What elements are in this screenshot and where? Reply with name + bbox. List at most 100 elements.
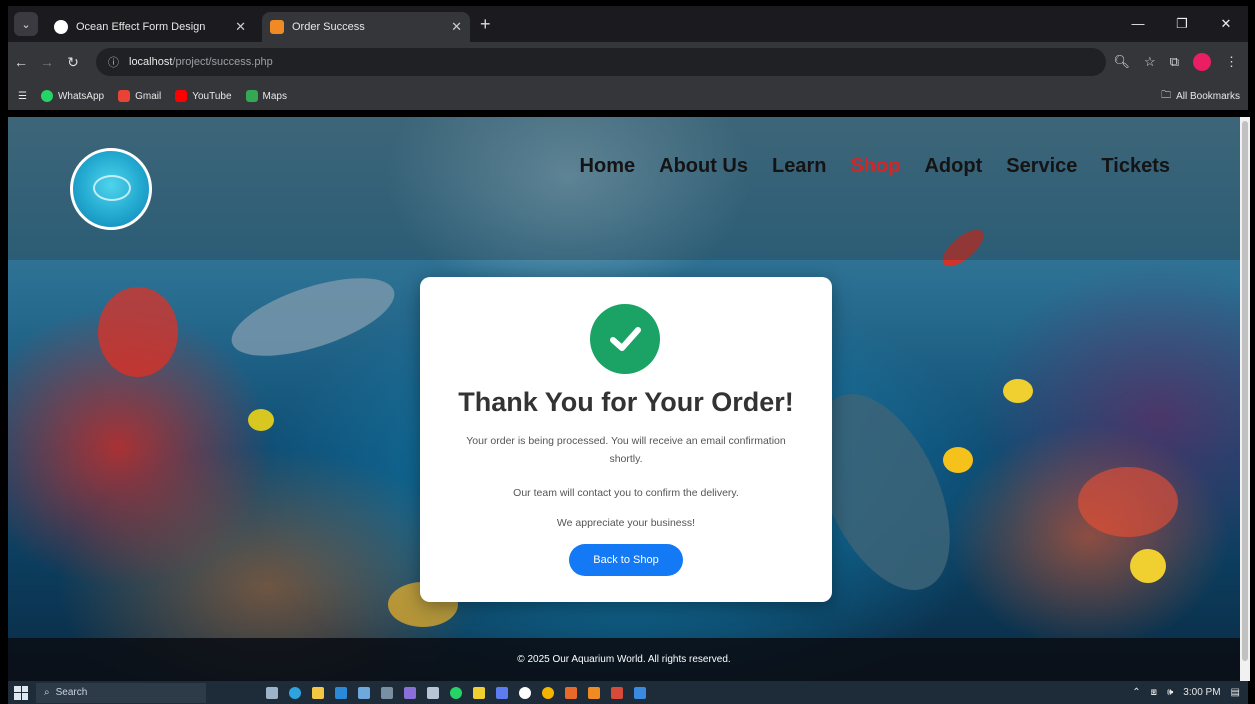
thanks-message: We appreciate your business! [556, 517, 696, 529]
minimize-icon[interactable]: — [1116, 6, 1160, 42]
restore-icon[interactable]: ❐ [1160, 6, 1204, 42]
tab-search-icon[interactable]: ⌄ [14, 12, 38, 36]
logo-emblem-icon [93, 175, 131, 201]
app-icon[interactable] [611, 686, 623, 699]
bookmark-maps[interactable]: Maps [245, 90, 287, 102]
forward-icon[interactable]: → [34, 54, 60, 70]
close-tab-icon[interactable]: ✕ [235, 19, 246, 35]
app-icon[interactable] [473, 686, 485, 699]
copyright-text: © 2025 Our Aquarium World. All rights re… [517, 654, 731, 665]
app-icon[interactable] [427, 686, 439, 699]
screen: ⌄ Ocean Effect Form Design ✕ Order Succe… [0, 0, 1255, 704]
dolphin-shape [222, 262, 404, 372]
task-view-icon[interactable] [266, 686, 278, 699]
volume-icon[interactable]: 🕪︎ [1167, 687, 1173, 698]
vscode-icon[interactable] [335, 686, 347, 699]
coral-shape [1078, 467, 1178, 537]
nav-service[interactable]: Service [1006, 155, 1077, 178]
browser-tab-strip: ⌄ Ocean Effect Form Design ✕ Order Succe… [8, 6, 1248, 42]
nav-about-us[interactable]: About Us [659, 155, 748, 178]
notification-icon[interactable]: ▤ [1231, 687, 1240, 698]
taskbar-apps [266, 686, 646, 699]
close-window-icon[interactable]: ✕ [1204, 6, 1248, 42]
whatsapp-icon [40, 90, 53, 102]
nav-home[interactable]: Home [580, 155, 636, 178]
coral-shape [98, 287, 178, 377]
app-icon[interactable] [634, 686, 646, 699]
nav-shop[interactable]: Shop [850, 155, 900, 178]
bookmark-whatsapp[interactable]: WhatsApp [40, 90, 104, 102]
toolbar-icons: 🔍︎ ☆ ⧉ ⋮ [1114, 53, 1238, 71]
extensions-icon[interactable]: ⧉ [1170, 54, 1179, 70]
zoom-icon[interactable]: 🔍︎ [1114, 54, 1131, 70]
main-nav: Home About Us Learn Shop Adopt Service T… [580, 155, 1170, 178]
windows-start-icon[interactable] [14, 685, 28, 700]
scrollbar-thumb[interactable] [1242, 121, 1248, 661]
fish-shape [1130, 549, 1166, 583]
fish-shape [1003, 379, 1033, 403]
bookmark-youtube[interactable]: YouTube [175, 90, 232, 102]
site-header: Home About Us Learn Shop Adopt Service T… [8, 117, 1240, 260]
network-icon[interactable]: ⧆ [1151, 687, 1157, 698]
bookmarks-bar: ☰ WhatsApp Gmail YouTube Maps 🗀 All Bookm… [8, 82, 1248, 110]
site-favicon-icon [54, 20, 68, 34]
new-tab-button[interactable]: + [480, 14, 491, 35]
nav-adopt[interactable]: Adopt [924, 155, 982, 178]
system-tray: ⌃ ⧆ 🕪︎ 3:00 PM ▤ [1132, 687, 1240, 698]
taskbar-search-placeholder: Search [55, 687, 88, 698]
processing-message: Your order is being processed. You will … [466, 435, 786, 465]
page-viewport: Home About Us Learn Shop Adopt Service T… [8, 117, 1240, 681]
page-title: Thank You for Your Order! [458, 387, 794, 417]
all-bookmarks[interactable]: 🗀 All Bookmarks [1161, 88, 1240, 105]
fish-shape [943, 447, 973, 473]
url-host: localhost [129, 56, 173, 68]
apps-icon[interactable]: ☰ [18, 91, 27, 102]
file-explorer-icon[interactable] [312, 686, 324, 699]
site-footer: © 2025 Our Aquarium World. All rights re… [8, 638, 1240, 681]
back-icon[interactable]: ← [8, 54, 34, 70]
maps-icon [245, 90, 258, 102]
menu-kebab-icon[interactable]: ⋮ [1225, 54, 1238, 70]
tab-order-success[interactable]: Order Success ✕ [262, 12, 470, 42]
app-icon[interactable] [496, 686, 508, 699]
nav-tickets[interactable]: Tickets [1101, 155, 1170, 178]
back-to-shop-button[interactable]: Back to Shop [569, 544, 683, 576]
app-icon[interactable] [519, 686, 531, 699]
contact-message: Our team will contact you to confirm the… [513, 487, 739, 499]
app-icon[interactable] [381, 686, 393, 699]
app-icon[interactable] [588, 686, 600, 699]
bookmark-star-icon[interactable]: ☆ [1144, 54, 1156, 70]
order-success-card: Thank You for Your Order! Your order is … [420, 277, 832, 602]
url-path: /project/success.php [172, 56, 273, 68]
address-bar[interactable]: ⓘ localhost /project/success.php [96, 48, 1106, 76]
tray-chevron-icon[interactable]: ⌃ [1132, 687, 1140, 698]
fish-shape [248, 409, 274, 431]
whatsapp-icon[interactable] [450, 686, 462, 699]
taskbar-search[interactable]: ⌕ Search [36, 682, 206, 703]
gmail-icon [118, 90, 131, 102]
chrome-icon[interactable] [542, 686, 554, 699]
app-icon[interactable] [565, 686, 577, 699]
success-check-icon [590, 304, 660, 374]
site-logo[interactable] [70, 148, 152, 230]
tab-ocean-effect[interactable]: Ocean Effect Form Design ✕ [46, 12, 254, 42]
search-icon: ⌕ [44, 687, 50, 698]
tab-title: Order Success [292, 21, 365, 33]
tab-title: Ocean Effect Form Design [76, 21, 206, 33]
browser-toolbar: ← → ↻ ⓘ localhost /project/success.php 🔍… [8, 42, 1248, 82]
folder-icon: 🗀 [1161, 89, 1172, 101]
profile-avatar[interactable] [1193, 53, 1211, 71]
edge-icon[interactable] [289, 686, 301, 699]
youtube-icon [175, 90, 188, 102]
store-icon[interactable] [358, 686, 370, 699]
close-tab-icon[interactable]: ✕ [451, 19, 462, 35]
site-info-icon[interactable]: ⓘ [108, 54, 119, 70]
bookmark-gmail[interactable]: Gmail [118, 90, 161, 102]
windows-taskbar: ⌕ Search ⌃ ⧆ 🕪︎ 3:00 PM ▤ [8, 681, 1248, 704]
site-favicon-icon [270, 20, 284, 34]
clock[interactable]: 3:00 PM [1183, 687, 1220, 698]
nav-learn[interactable]: Learn [772, 155, 826, 178]
app-icon[interactable] [404, 686, 416, 699]
page-scrollbar[interactable] [1240, 117, 1250, 681]
reload-icon[interactable]: ↻ [60, 54, 86, 71]
